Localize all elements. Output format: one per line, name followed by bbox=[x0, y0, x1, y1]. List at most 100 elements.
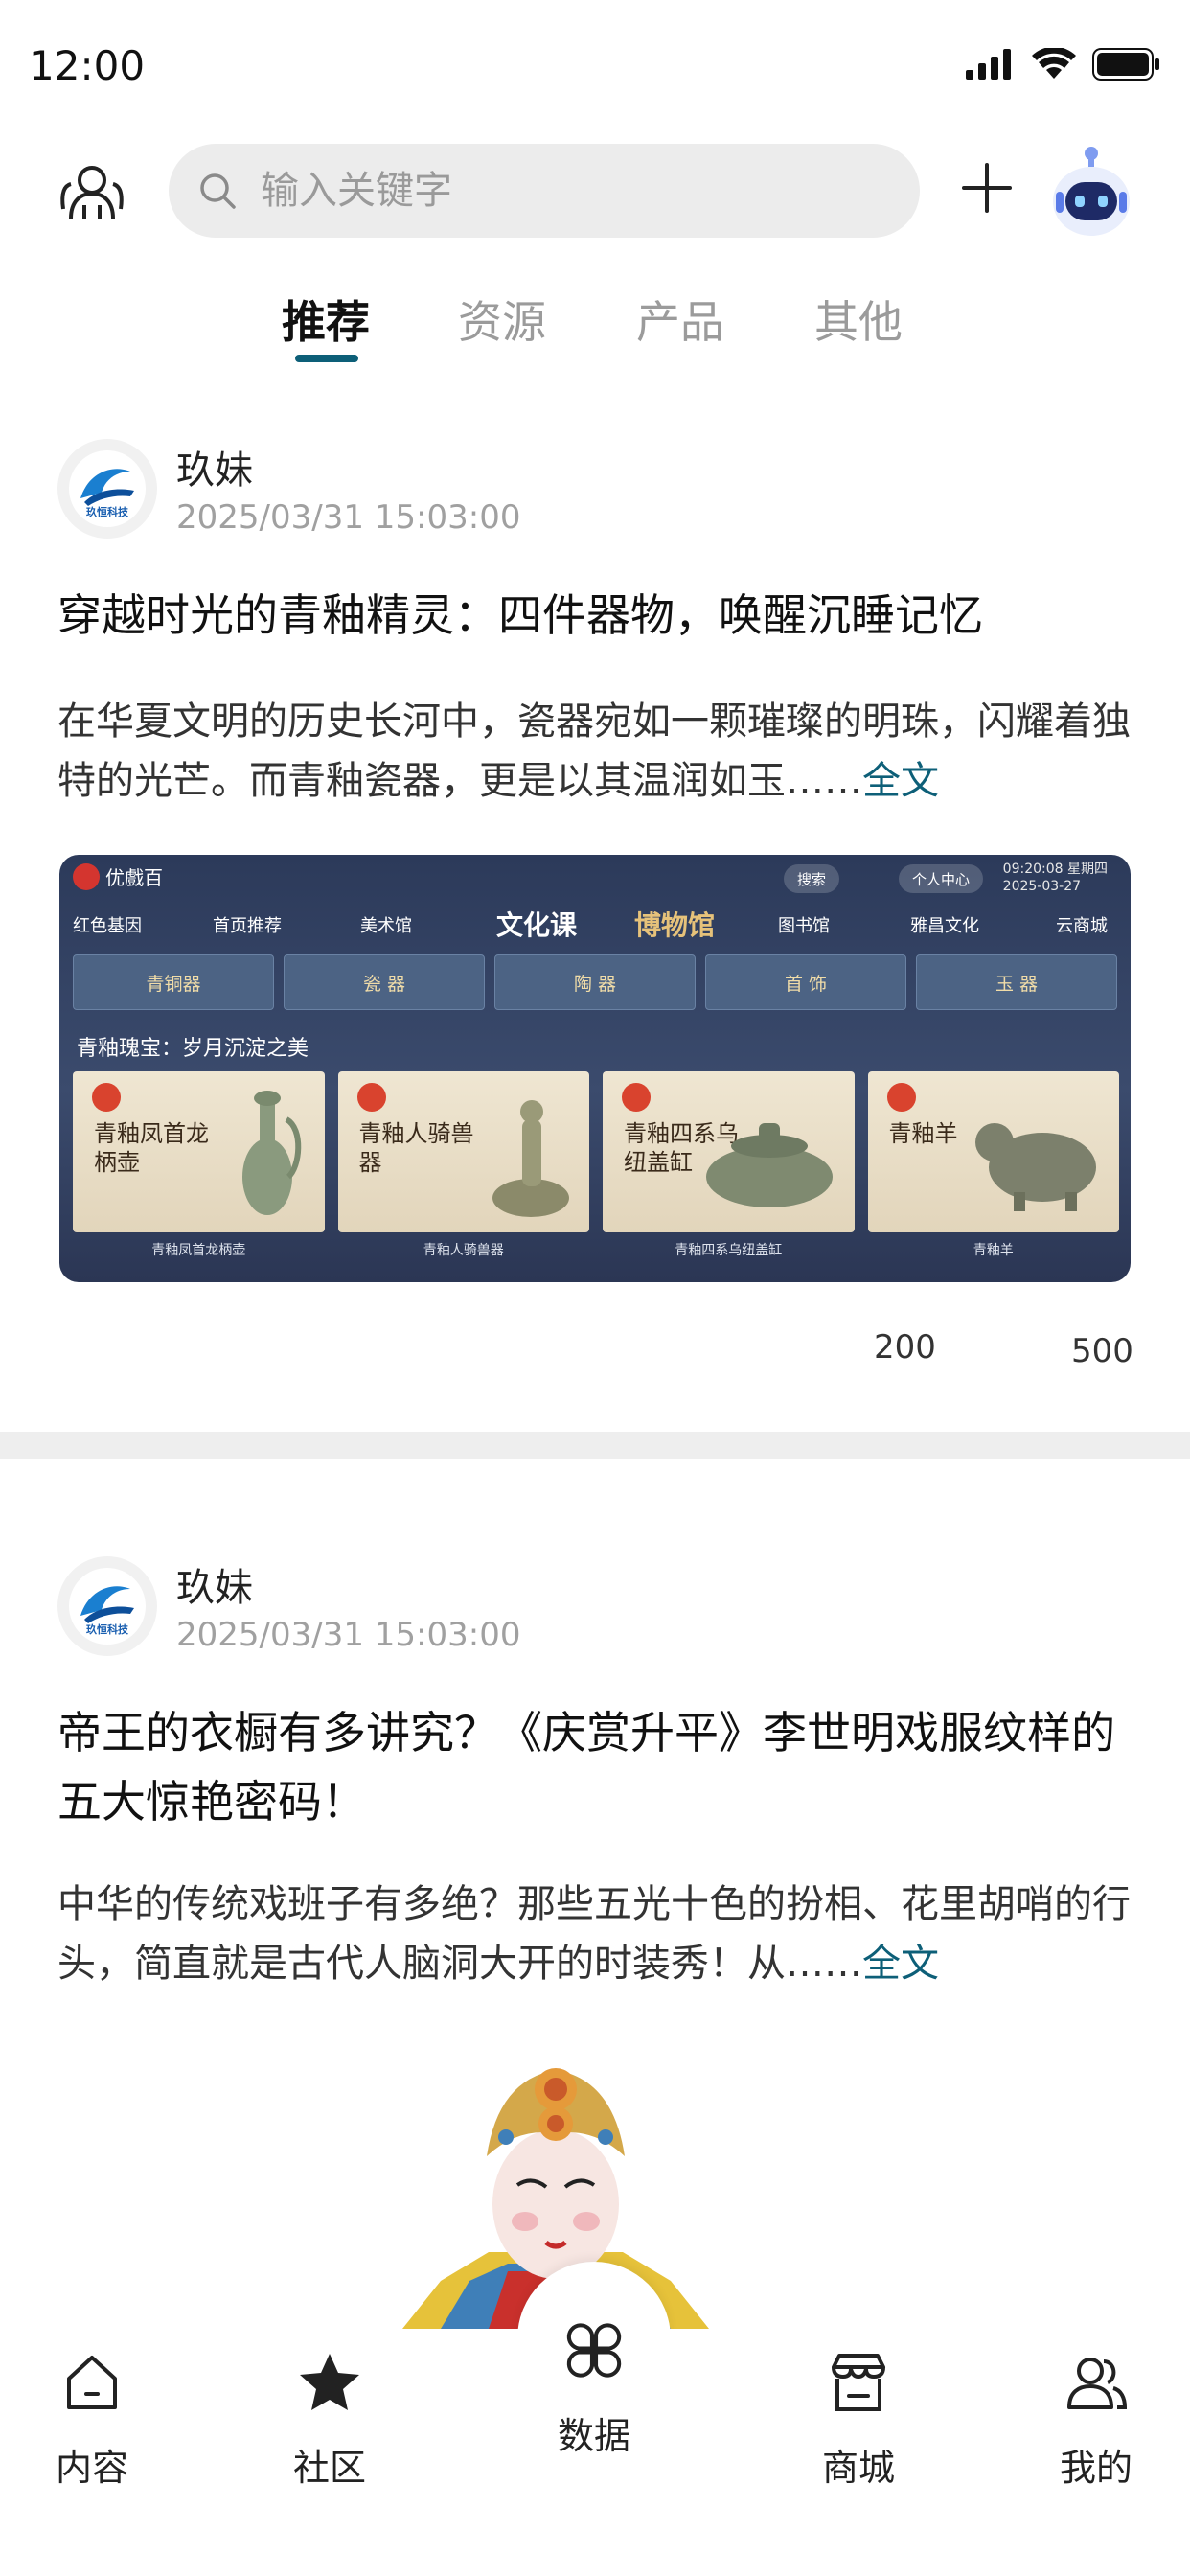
banner-search: 搜索 bbox=[784, 864, 840, 893]
banner-category: 首 饰 bbox=[705, 954, 906, 1010]
banner-nav-item: 红色基因 bbox=[73, 916, 142, 936]
rider-icon bbox=[492, 1100, 569, 1217]
banner-category: 玉 器 bbox=[916, 954, 1117, 1010]
star-icon bbox=[300, 2354, 359, 2410]
ewer-icon bbox=[241, 1091, 301, 1215]
store-icon bbox=[832, 2354, 885, 2411]
artifact-title: 青釉人骑兽器 bbox=[358, 1120, 474, 1176]
banner-category: 瓷 器 bbox=[284, 954, 485, 1010]
artifact-card: 青釉凤首龙柄壶 bbox=[73, 1071, 325, 1232]
banner-category: 青铜器 bbox=[73, 954, 274, 1010]
nav-label: 社区 bbox=[292, 2447, 366, 2489]
search-input[interactable] bbox=[261, 169, 883, 213]
nav-label: 我的 bbox=[1059, 2447, 1133, 2489]
read-more-link[interactable]: 全文 bbox=[862, 1942, 939, 1986]
tab-resources[interactable]: 资源 bbox=[458, 288, 546, 351]
author-name[interactable]: 玖妹 bbox=[176, 1556, 253, 1612]
sun-icon bbox=[356, 1083, 386, 1112]
nav-mine[interactable]: 我的 bbox=[1019, 2348, 1173, 2492]
banner-captions: 青釉凤首龙柄壶 青釉人骑兽器 青釉四系乌纽盖缸 青釉羊 bbox=[73, 1240, 1119, 1269]
author-name[interactable]: 玖妹 bbox=[176, 439, 253, 494]
clover-icon bbox=[566, 2323, 622, 2378]
status-icons bbox=[966, 48, 1161, 80]
search-bar[interactable] bbox=[169, 144, 920, 238]
avatar-text: 玖恒科技 bbox=[86, 1622, 129, 1636]
nav-label: 内容 bbox=[55, 2447, 128, 2489]
post-title[interactable]: 穿越时光的青釉精灵：四件器物，唤醒沉睡记忆 bbox=[57, 581, 1140, 650]
banner-categories: 青铜器 瓷 器 陶 器 首 饰 玉 器 bbox=[73, 954, 1117, 1010]
ram-icon bbox=[975, 1123, 1096, 1211]
banner-clock: 09:20:08 星期四 2025-03-27 bbox=[1003, 861, 1108, 895]
artifact-caption: 青釉羊 bbox=[973, 1243, 1014, 1258]
artifact-title: 青釉凤首龙柄壶 bbox=[94, 1120, 209, 1176]
add-button[interactable] bbox=[958, 159, 1016, 217]
banner-subtitle: 青釉瑰宝：岁月沉淀之美 bbox=[77, 1037, 309, 1061]
banner-clock-time: 09:20:08 星期四 bbox=[1002, 862, 1108, 877]
wifi-icon bbox=[1032, 48, 1076, 79]
banner-category: 陶 器 bbox=[494, 954, 696, 1010]
banner-cards: 青釉凤首龙柄壶 青釉人骑兽器 青釉四系乌纽盖缸 青釉羊 bbox=[73, 1071, 1119, 1232]
author-avatar[interactable]: 玖恒科技 bbox=[57, 1556, 157, 1656]
banner-nav-item: 文化课 bbox=[496, 909, 578, 941]
sun-icon bbox=[886, 1083, 916, 1112]
avatar-text: 玖恒科技 bbox=[86, 505, 129, 518]
post-stat-b: 500 bbox=[1071, 1332, 1133, 1370]
banner-topbar: 优戲百 搜索 个人中心 09:20:08 星期四 2025-03-27 bbox=[59, 855, 1131, 903]
banner-nav-item: 首页推荐 bbox=[213, 916, 282, 936]
post-title[interactable]: 帝王的衣橱有多讲究？《庆赏升平》李世明戏服纹样的五大惊艳密码！ bbox=[57, 1698, 1140, 1836]
banner-clock-date: 2025-03-27 bbox=[1002, 879, 1082, 894]
nav-label: 商城 bbox=[821, 2447, 895, 2489]
banner-brand: 优戲百 bbox=[73, 862, 163, 890]
banner-profile: 个人中心 bbox=[899, 864, 984, 893]
nav-store[interactable]: 商城 bbox=[782, 2348, 935, 2492]
nav-content[interactable]: 内容 bbox=[15, 2348, 169, 2492]
post-image[interactable]: 优戲百 搜索 个人中心 09:20:08 星期四 2025-03-27 红色基因… bbox=[59, 855, 1131, 1282]
community-icon[interactable] bbox=[57, 159, 126, 228]
artifact-caption: 青釉四系乌纽盖缸 bbox=[675, 1243, 783, 1258]
signal-icon bbox=[966, 49, 1011, 80]
brand-logo-icon bbox=[73, 862, 100, 890]
summary-text: 中华的传统戏班子有多绝？那些五光十色的扮相、花里胡哨的行头，简直就是古代人脑洞大… bbox=[57, 1882, 1131, 1986]
artifact-caption: 青釉人骑兽器 bbox=[423, 1243, 504, 1258]
post-divider bbox=[0, 1432, 1190, 1459]
post-stat-a: 200 bbox=[874, 1328, 936, 1367]
artifact-card: 青釉人骑兽器 bbox=[337, 1071, 589, 1232]
robot-assistant-icon[interactable] bbox=[1048, 140, 1134, 240]
sun-icon bbox=[622, 1083, 651, 1112]
search-icon bbox=[200, 173, 236, 209]
artifact-card: 青釉四系乌纽盖缸 bbox=[603, 1071, 855, 1232]
tab-other[interactable]: 其他 bbox=[814, 288, 903, 351]
company-logo-icon: 玖恒科技 bbox=[69, 450, 146, 527]
banner-nav-item: 美术馆 bbox=[360, 916, 412, 936]
banner-nav-item: 图书馆 bbox=[778, 916, 830, 936]
people-icon bbox=[1067, 2358, 1128, 2409]
tab-recommend[interactable]: 推荐 bbox=[282, 288, 370, 351]
post-summary[interactable]: 中华的传统戏班子有多绝？那些五光十色的扮相、花里胡哨的行头，简直就是古代人脑洞大… bbox=[57, 1874, 1140, 1993]
read-more-link[interactable]: 全文 bbox=[862, 759, 939, 803]
bottom-nav: 内容 社区 数据 商城 我的 bbox=[0, 2323, 1190, 2576]
artifact-card: 青釉羊 bbox=[867, 1071, 1119, 1232]
nav-label: 数据 bbox=[557, 2415, 630, 2457]
active-tab-indicator bbox=[295, 355, 358, 362]
post-summary[interactable]: 在华夏文明的历史长河中，瓷器宛如一颗璀璨的明珠，闪耀着独特的光芒。而青釉瓷器，更… bbox=[57, 692, 1140, 811]
nav-data[interactable]: 数据 bbox=[517, 2315, 671, 2459]
company-logo-icon: 玖恒科技 bbox=[69, 1568, 146, 1644]
home-icon bbox=[67, 2356, 117, 2409]
content-tabs: 推荐 资源 产品 其他 bbox=[0, 278, 1190, 374]
battery-icon bbox=[1092, 48, 1159, 80]
brand-name: 优戲百 bbox=[105, 866, 163, 889]
header bbox=[0, 134, 1190, 249]
artifact-caption: 青釉凤首龙柄壶 bbox=[151, 1243, 246, 1258]
author-avatar[interactable]: 玖恒科技 bbox=[57, 439, 157, 539]
sun-icon bbox=[92, 1083, 121, 1112]
banner-nav-item: 云商城 bbox=[1056, 916, 1108, 936]
status-time: 12:00 bbox=[29, 42, 146, 89]
nav-community[interactable]: 社区 bbox=[253, 2348, 406, 2492]
banner-nav: 红色基因 首页推荐 美术馆 文化课 博物馆 图书馆 雅昌文化 云商城 bbox=[59, 907, 1131, 945]
status-bar: 12:00 bbox=[0, 0, 1190, 134]
jar-icon bbox=[705, 1123, 833, 1208]
banner-nav-item: 雅昌文化 bbox=[910, 916, 979, 936]
post-time: 2025/03/31 15:03:00 bbox=[176, 1616, 521, 1654]
summary-text: 在华夏文明的历史长河中，瓷器宛如一颗璀璨的明珠，闪耀着独特的光芒。而青釉瓷器，更… bbox=[57, 700, 1131, 803]
tab-products[interactable]: 产品 bbox=[636, 288, 724, 351]
